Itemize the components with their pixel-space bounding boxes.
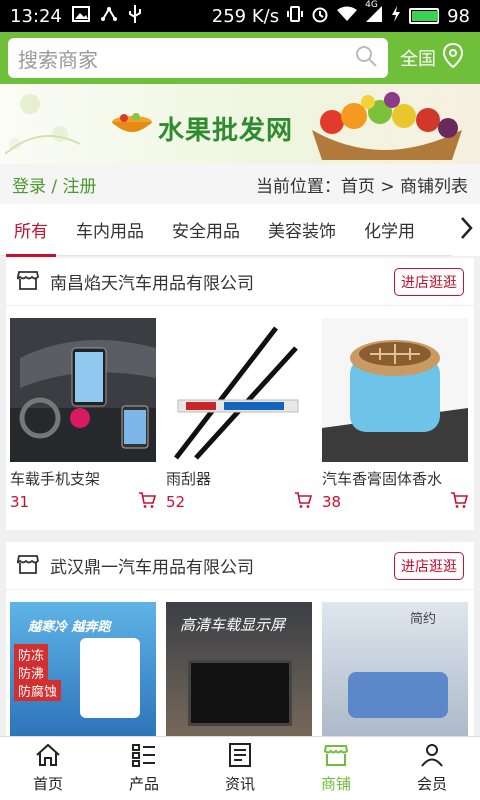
nav-label: 会员 — [416, 775, 447, 793]
image-overlay-text: 防腐蚀 — [14, 680, 62, 701]
product-image[interactable]: 简约 — [322, 602, 468, 736]
vibrate-icon — [287, 5, 304, 28]
tab-safety[interactable]: 安全用品 — [158, 204, 254, 256]
cart-icon[interactable] — [294, 491, 313, 513]
fruit-basket-icon — [292, 90, 472, 164]
tabs-scroll-right-button[interactable] — [452, 204, 480, 256]
product-list: 越寒冷 越奔跑 防冻 防沸 防腐蚀 高清车载显示屏 简约 — [6, 590, 474, 736]
image-overlay-text: 越寒冷 越奔跑 — [28, 620, 111, 635]
tab-all[interactable]: 所有 — [0, 204, 62, 257]
nav-stores[interactable]: 商铺 — [288, 737, 384, 800]
cart-icon[interactable] — [450, 491, 469, 513]
search-input[interactable]: 搜索商家 — [8, 38, 388, 78]
product-card[interactable]: 汽车香膏固体香水 38 — [322, 318, 469, 513]
bottom-nav: 首页 产品 资讯 商铺 会员 — [0, 736, 480, 800]
status-bar: 13:24 259 K/s 4G 98 — [0, 0, 480, 32]
product-card[interactable]: 简约 — [322, 602, 468, 736]
product-image[interactable] — [322, 318, 468, 462]
product-price: 31 — [10, 493, 30, 511]
tab-chemical[interactable]: 化学用 — [350, 204, 429, 256]
store-icon — [323, 743, 349, 771]
usb-icon — [128, 4, 142, 28]
battery-icon — [409, 8, 440, 24]
breadcrumb-row: 登录 / 注册 当前位置：首页 > 商铺列表 — [0, 164, 480, 204]
tab-label: 美容装饰 — [268, 222, 336, 242]
tab-beauty-decoration[interactable]: 美容装饰 — [254, 204, 350, 256]
user-icon — [419, 743, 445, 771]
nav-home[interactable]: 首页 — [0, 737, 96, 800]
charging-icon — [391, 5, 401, 27]
search-icon[interactable] — [354, 44, 378, 72]
product-price: 38 — [322, 493, 342, 511]
product-image[interactable] — [166, 318, 312, 462]
nav-products[interactable]: 产品 — [96, 737, 192, 800]
breadcrumb: 当前位置：首页 > 商铺列表 — [255, 176, 468, 197]
product-name: 雨刮器 — [166, 470, 212, 488]
store-card: 南昌焰天汽车用品有限公司 进店逛逛 车载手机支架 31 雨刮器 52 汽车香膏固… — [6, 258, 474, 530]
nav-label: 商铺 — [320, 775, 351, 793]
nav-label: 资讯 — [224, 775, 255, 793]
store-icon — [16, 552, 40, 580]
wifi-icon — [337, 6, 358, 27]
image-overlay-text: 简约 — [410, 612, 437, 627]
fruit-bowl-icon — [110, 112, 154, 144]
image-icon — [71, 5, 90, 27]
nav-label: 产品 — [128, 775, 159, 793]
product-name: 车载手机支架 — [10, 470, 101, 488]
news-icon — [227, 743, 253, 771]
nav-news[interactable]: 资讯 — [192, 737, 288, 800]
alarm-icon — [311, 5, 329, 28]
store-header: 南昌焰天汽车用品有限公司 进店逛逛 — [6, 258, 474, 306]
network-speed: 259 K/s — [211, 5, 280, 27]
banner-title: 水果批发网 — [158, 116, 294, 146]
search-bar: 搜索商家 全国 — [0, 32, 480, 84]
search-placeholder: 搜索商家 — [18, 47, 98, 72]
signal-type: 4G — [365, 0, 378, 10]
store-name[interactable]: 武汉鼎一汽车用品有限公司 — [50, 553, 394, 578]
status-time: 13:24 — [10, 5, 62, 27]
product-card[interactable]: 越寒冷 越奔跑 防冻 防沸 防腐蚀 — [10, 602, 156, 736]
battery-percent: 98 — [447, 5, 470, 27]
product-card[interactable]: 雨刮器 52 — [166, 318, 313, 513]
tab-label: 化学用 — [364, 222, 415, 242]
cart-icon[interactable] — [138, 491, 157, 513]
tab-label: 安全用品 — [172, 222, 240, 242]
store-icon — [16, 268, 40, 296]
banner[interactable]: 水果批发网 — [0, 84, 480, 164]
share-icon — [100, 6, 118, 27]
region-selector[interactable]: 全国 — [400, 42, 464, 74]
product-list: 车载手机支架 31 雨刮器 52 汽车香膏固体香水 38 — [6, 306, 474, 513]
tab-car-interior[interactable]: 车内用品 — [62, 204, 158, 256]
image-overlay-text: 高清车载显示屏 — [180, 616, 286, 634]
list-icon — [131, 743, 157, 771]
home-icon — [35, 743, 61, 771]
tab-label: 所有 — [14, 222, 48, 242]
store-card: 武汉鼎一汽车用品有限公司 进店逛逛 越寒冷 越奔跑 防冻 防沸 防腐蚀 高清车载… — [6, 542, 474, 736]
product-card[interactable]: 高清车载显示屏 — [166, 602, 312, 736]
nav-label: 首页 — [32, 775, 63, 793]
store-header: 武汉鼎一汽车用品有限公司 进店逛逛 — [6, 542, 474, 590]
coolant-bottle-icon — [80, 638, 140, 718]
product-image[interactable]: 高清车载显示屏 — [166, 602, 312, 736]
product-image[interactable]: 越寒冷 越奔跑 防冻 防沸 防腐蚀 — [10, 602, 156, 736]
product-name: 汽车香膏固体香水 — [322, 470, 443, 488]
crystal-perfume-icon — [348, 672, 448, 718]
region-label: 全国 — [400, 49, 436, 70]
product-price: 52 — [166, 493, 186, 511]
monitor-icon — [188, 660, 292, 726]
store-name[interactable]: 南昌焰天汽车用品有限公司 — [50, 269, 394, 294]
visit-store-button[interactable]: 进店逛逛 — [394, 551, 464, 580]
visit-store-button[interactable]: 进店逛逛 — [394, 267, 464, 296]
signal-icon: 4G — [365, 0, 383, 27]
tab-label: 车内用品 — [76, 222, 144, 242]
location-pin-icon — [442, 42, 464, 74]
product-card[interactable]: 车载手机支架 31 — [10, 318, 157, 513]
category-tabs: 所有 车内用品 安全用品 美容装饰 化学用 — [0, 204, 480, 257]
nav-member[interactable]: 会员 — [384, 737, 480, 800]
product-image[interactable] — [10, 318, 156, 462]
login-register-link[interactable]: 登录 / 注册 — [12, 172, 97, 197]
chevron-right-icon — [459, 216, 473, 244]
